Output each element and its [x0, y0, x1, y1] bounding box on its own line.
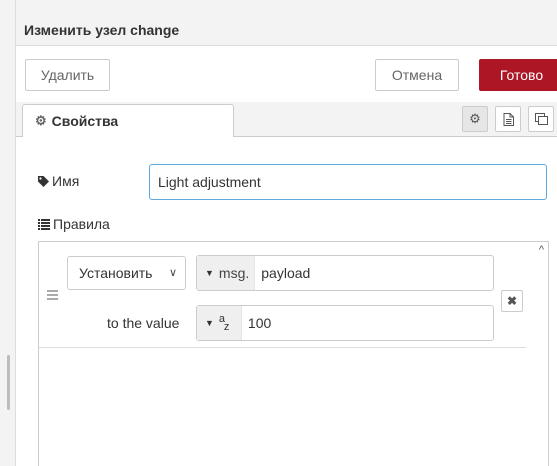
- drag-handle-icon[interactable]: [47, 290, 58, 300]
- rules-label: Правила: [38, 216, 110, 232]
- rule-target-type: msg.: [218, 265, 250, 281]
- done-button[interactable]: Готово: [479, 59, 557, 91]
- name-label: Имя: [38, 173, 79, 189]
- properties-panel: Имя Правила ^ Уста: [16, 137, 557, 466]
- tray-title: Изменить узел change: [24, 22, 180, 38]
- cancel-button[interactable]: Отмена: [375, 59, 459, 91]
- rule-to-label: to the value: [107, 315, 180, 331]
- tray-header: Изменить узел change: [16, 0, 557, 46]
- tabs-bar: ⚙ Свойства ⚙: [16, 102, 557, 138]
- rule-value-input[interactable]: ▼ a z 100: [196, 305, 494, 341]
- rule-row: Установить ∨ ▼ msg. payload to the value…: [39, 242, 526, 348]
- remove-rule-button[interactable]: ✖: [501, 290, 523, 312]
- tag-icon: [38, 175, 49, 187]
- close-icon: ✖: [506, 294, 518, 308]
- rule-value: 100: [247, 315, 272, 331]
- tab-properties[interactable]: ⚙ Свойства: [22, 104, 234, 138]
- edit-tray: Изменить узел change Удалить Отмена Гото…: [0, 0, 557, 466]
- resize-handle[interactable]: [7, 355, 10, 410]
- name-label-text: Имя: [52, 173, 80, 189]
- chevron-down-icon: ∨: [168, 267, 177, 279]
- rule-target-value: payload: [261, 265, 311, 281]
- rules-label-text: Правила: [53, 216, 110, 232]
- tray-toolbar: Удалить Отмена Готово: [16, 46, 557, 102]
- workspace-edge: [0, 0, 16, 466]
- tab-appearance[interactable]: [528, 106, 554, 132]
- tab-description[interactable]: [495, 106, 521, 132]
- delete-button[interactable]: Удалить: [25, 59, 110, 91]
- rule-action-select[interactable]: Установить ∨: [67, 256, 186, 290]
- rule-target-type-button[interactable]: ▼ msg.: [197, 256, 256, 290]
- list-icon: [38, 218, 50, 230]
- chevron-up-icon[interactable]: ^: [539, 244, 544, 256]
- window-icon: [534, 113, 548, 125]
- name-input[interactable]: [149, 164, 547, 200]
- string-az-icon: a z: [218, 313, 230, 333]
- rules-list: ^ Установить ∨ ▼ msg. payload to the val: [38, 241, 549, 466]
- rule-value-type-button[interactable]: ▼ a z: [197, 306, 242, 340]
- tab-properties-label: Свойства: [51, 113, 119, 129]
- gear-icon: ⚙: [469, 111, 481, 126]
- caret-down-icon: ▼: [205, 318, 214, 328]
- tab-settings[interactable]: ⚙: [462, 106, 488, 132]
- rule-action-value: Установить: [79, 265, 153, 281]
- file-text-icon: [503, 112, 514, 126]
- rule-target-input[interactable]: ▼ msg. payload: [196, 255, 494, 291]
- gear-icon: ⚙: [35, 113, 47, 128]
- caret-down-icon: ▼: [205, 268, 214, 278]
